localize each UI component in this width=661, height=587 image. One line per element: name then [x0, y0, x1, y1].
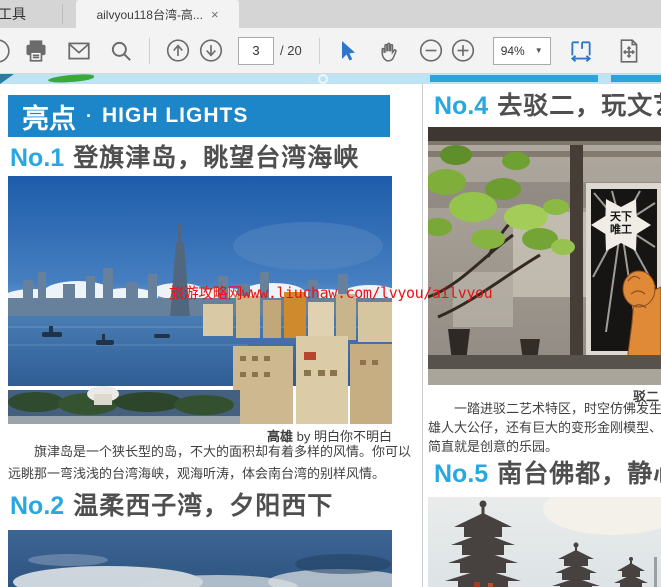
document-tab-title: ailvyou118台湾-高...: [96, 6, 202, 23]
page-up-icon[interactable]: [165, 38, 191, 64]
section-4-heading: No.4 去驳二，玩文艺: [434, 86, 661, 122]
section-2-title: 温柔西子湾，夕阳西下: [73, 486, 333, 522]
section-2-heading: No.2 温柔西子湾，夕阳西下: [10, 486, 333, 522]
zoom-in-icon[interactable]: [450, 38, 476, 64]
strip-triangle-shape: [0, 74, 14, 84]
section-1-title: 登旗津岛，眺望台湾海峡: [73, 138, 359, 174]
close-icon[interactable]: ×: [211, 8, 219, 21]
section-4-number: No.4: [434, 92, 488, 121]
section-2-number: No.2: [10, 492, 64, 521]
column-divider: [422, 84, 423, 587]
highlights-banner: 亮点 · HIGH LIGHTS: [8, 95, 390, 137]
site-watermark: 旅游攻略网www.liuchaw.com/lvyou/ailvyou: [169, 282, 492, 303]
section-1-body: 旗津岛是一个狭长型的岛，不大的面积却有着多样的风情。你可以远眺那一弯浅浅的台湾海…: [8, 441, 412, 485]
fit-page-icon[interactable]: [616, 38, 642, 64]
fit-width-icon[interactable]: [568, 38, 594, 64]
poster-text: 天下唯工: [608, 211, 634, 237]
page-total-label: / 20: [280, 43, 302, 58]
strip-circle-shape: [318, 74, 328, 84]
strip-blue-bar: [430, 75, 661, 82]
pdf-viewer-window: 工具 ailvyou118台湾-高... ×: [0, 0, 661, 587]
document-page-view[interactable]: 亮点 · HIGH LIGHTS No.1 登旗津岛，眺望台湾海峡: [0, 74, 661, 587]
toolbar-divider: [149, 38, 150, 64]
section-4-body: 一踏进驳二艺术特区，时空仿佛发生了转 雄人大公仔，还有巨大的变形金刚模型、绵 简…: [428, 399, 661, 456]
print-icon[interactable]: [23, 38, 49, 64]
banner-title-en: HIGH LIGHTS: [102, 104, 248, 128]
section-4-body-line-1: 一踏进驳二艺术特区，时空仿佛发生了转: [428, 399, 661, 418]
select-tool-icon[interactable]: [334, 38, 360, 64]
strip-bar-gap: [598, 75, 611, 82]
section-5-heading: No.5 南台佛都，静心: [434, 454, 661, 490]
section-4-title: 去驳二，玩文艺: [497, 86, 661, 122]
toolbar-divider: [319, 38, 320, 64]
zoom-level-value: 94%: [501, 44, 525, 58]
tools-tab-label: 工具: [0, 4, 26, 24]
save-icon[interactable]: [0, 38, 11, 64]
tools-tab[interactable]: 工具: [0, 0, 26, 28]
tab-bar: 工具 ailvyou118台湾-高... ×: [0, 0, 661, 28]
document-tab[interactable]: ailvyou118台湾-高... ×: [76, 0, 239, 28]
banner-separator: ·: [86, 106, 92, 127]
section-5-number: No.5: [434, 460, 488, 489]
hand-tool-icon[interactable]: [377, 38, 403, 64]
chevron-down-icon: ▼: [535, 46, 543, 55]
section-5-title: 南台佛都，静心: [497, 454, 661, 490]
section-4-body-line-2: 雄人大公仔，还有巨大的变形金刚模型、绵: [428, 418, 661, 437]
section-1-heading: No.1 登旗津岛，眺望台湾海峡: [10, 138, 359, 174]
pier2-art-district-photo: 天下唯工: [428, 127, 661, 385]
page-number-input[interactable]: [238, 37, 274, 65]
zoom-out-icon[interactable]: [418, 38, 444, 64]
main-toolbar: / 20 94% ▼: [0, 28, 661, 74]
previous-page-bottom-strip: [0, 74, 661, 84]
tab-separator: [62, 4, 63, 24]
email-icon[interactable]: [66, 38, 92, 64]
banner-title-cn: 亮点: [22, 97, 76, 136]
section-1-number: No.1: [10, 144, 64, 173]
sunset-sky-photo: [8, 530, 392, 587]
zoom-level-select[interactable]: 94% ▼: [493, 37, 551, 65]
search-icon[interactable]: [108, 38, 134, 64]
pagodas-photo: [428, 497, 661, 587]
page-down-icon[interactable]: [198, 38, 224, 64]
strip-green-shape: [48, 74, 94, 84]
